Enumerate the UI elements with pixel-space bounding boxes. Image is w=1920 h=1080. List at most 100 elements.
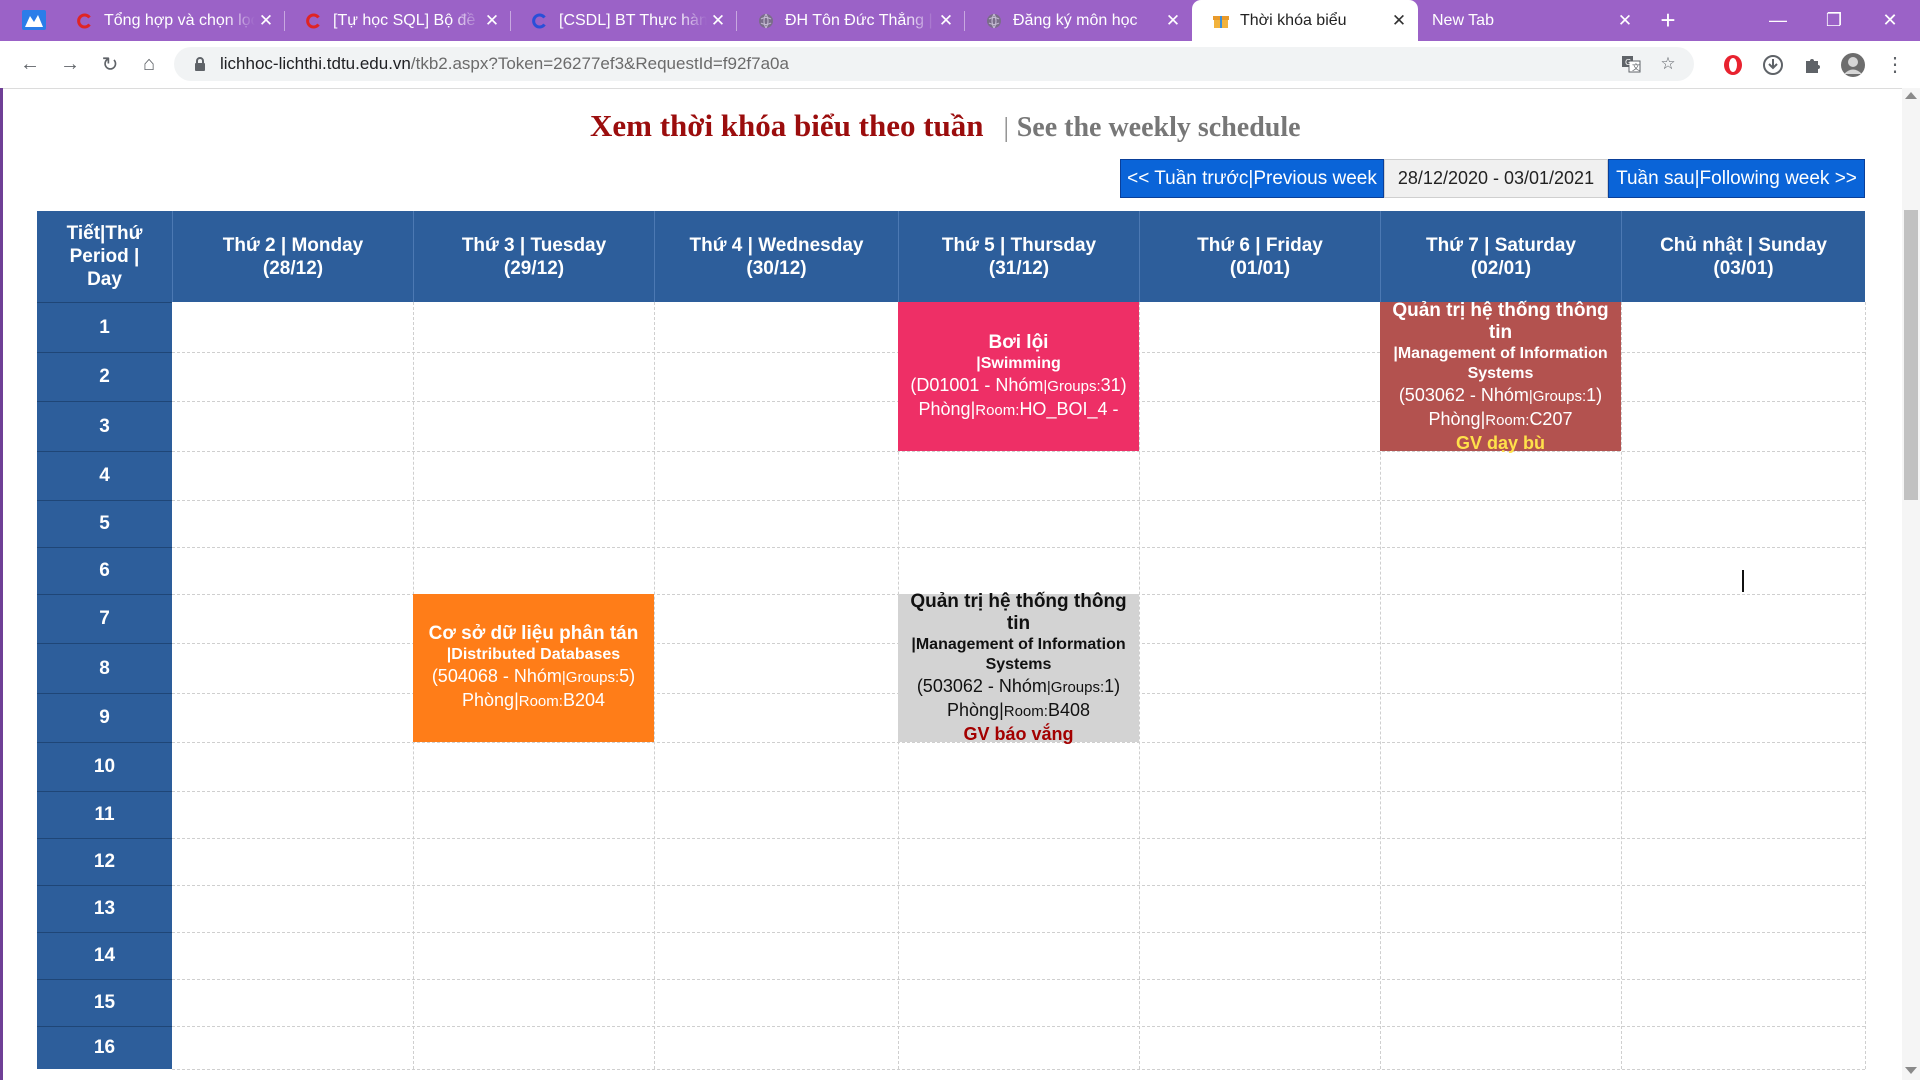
tab-7[interactable]: New Tab ✕ <box>1418 0 1644 41</box>
day-name: Thứ 7 | Saturday <box>1426 234 1576 256</box>
period-cell: 15 <box>37 979 172 1026</box>
period-cell: 1 <box>37 302 172 352</box>
tab-title: ĐH Tôn Đức Thắng | H <box>785 11 935 29</box>
reload-icon[interactable]: ↻ <box>95 49 125 79</box>
class-session-block[interactable]: Quản trị hệ thống thông tin |Management o… <box>898 591 1139 744</box>
day-header: Chủ nhật | Sunday (03/01) <box>1621 211 1865 302</box>
tab-strip: Tổng hợp và chọn lọc ✕ [Tự học SQL] Bộ đ… <box>0 0 1920 41</box>
back-arrow-icon[interactable]: ← <box>15 49 45 79</box>
page-title: Xem thời khóa biểu theo tuần | See the we… <box>590 108 1301 144</box>
tab-close-icon[interactable]: ✕ <box>707 11 729 31</box>
tab-close-icon[interactable]: ✕ <box>1162 11 1184 31</box>
room-code: B408 <box>1047 700 1090 720</box>
new-tab-plus-icon[interactable]: + <box>1653 5 1683 35</box>
day-name: Chủ nhật | Sunday <box>1660 234 1827 256</box>
tab-close-icon[interactable]: ✕ <box>255 11 277 31</box>
room-label: Phòng| <box>947 700 1004 720</box>
minimize-icon[interactable]: — <box>1750 0 1806 41</box>
page-title-separator: | <box>1003 112 1009 142</box>
tab-title: Tổng hợp và chọn lọc <box>104 11 255 29</box>
day-name: Thứ 2 | Monday <box>222 234 364 256</box>
period-cell: 3 <box>37 401 172 451</box>
lock-icon[interactable] <box>192 56 208 72</box>
class-session-block[interactable]: Cơ sở dữ liệu phân tán |Distributed Datab… <box>413 594 654 742</box>
svg-text:文: 文 <box>1632 62 1640 72</box>
course-code-main: (503062 - Nhóm <box>916 676 1047 696</box>
close-window-icon[interactable]: ✕ <box>1862 0 1918 41</box>
class-session-block[interactable]: Quản trị hệ thống thông tin |Management o… <box>1380 300 1621 453</box>
period-cell: 14 <box>37 932 172 979</box>
course-group: 1) <box>1104 676 1121 696</box>
room-info: Phòng|Room:B408 <box>947 699 1090 723</box>
course-code: (D01001 - Nhóm|Groups:31) <box>910 374 1126 398</box>
course-code-main: (503062 - Nhóm <box>1398 384 1529 405</box>
globe-icon <box>985 12 1003 30</box>
day-name: Thứ 5 | Thursday <box>941 234 1097 256</box>
scrollbar-thumb[interactable] <box>1904 210 1918 500</box>
tab-close-icon[interactable]: ✕ <box>1388 11 1410 31</box>
grid-col-line <box>1139 302 1140 1069</box>
tab-5[interactable]: Đăng ký môn học ✕ <box>965 0 1192 41</box>
course-code: (503062 - Nhóm|Groups:1) <box>1399 384 1602 408</box>
tab-1[interactable]: Tổng hợp và chọn lọc ✕ <box>56 0 285 41</box>
address-bar[interactable]: lichhoc-lichthi.tdtu.edu.vn/tkb2.aspx?To… <box>174 47 1694 81</box>
period-cell: 5 <box>37 500 172 547</box>
forward-arrow-icon[interactable]: → <box>55 49 85 79</box>
opera-extension-icon[interactable] <box>1720 52 1746 78</box>
browser-toolbar: ← → ↻ ⌂ lichhoc-lichthi.tdtu.edu.vn/tkb2… <box>0 41 1920 89</box>
previous-week-button[interactable]: << Tuần trước|Previous week <box>1120 159 1384 198</box>
restore-icon[interactable]: ❐ <box>1806 0 1862 41</box>
day-date: (02/01) <box>1470 257 1532 279</box>
url-text[interactable]: lichhoc-lichthi.tdtu.edu.vn/tkb2.aspx?To… <box>220 47 789 81</box>
red-c-icon <box>76 12 94 30</box>
next-week-button[interactable]: Tuần sau|Following week >> <box>1608 159 1865 198</box>
day-header: Thứ 4 | Wednesday (30/12) <box>654 211 898 302</box>
scroll-up-arrow-icon[interactable] <box>1905 92 1917 99</box>
period-cell: 13 <box>37 885 172 932</box>
week-range-field[interactable]: 28/12/2020 - 03/01/2021 <box>1384 159 1608 198</box>
session-note: GV dạy bù <box>1455 432 1545 453</box>
room-label-en: Room: <box>975 401 1020 419</box>
course-code: (504068 - Nhóm|Groups:5) <box>432 665 635 689</box>
day-date: (30/12) <box>746 257 807 279</box>
translate-icon[interactable]: G文 <box>1621 54 1641 74</box>
download-extension-icon[interactable] <box>1760 52 1786 78</box>
tab-close-icon[interactable]: ✕ <box>481 11 503 31</box>
star-bookmark-icon[interactable]: ☆ <box>1658 54 1678 74</box>
tab-close-icon[interactable]: ✕ <box>1614 11 1636 31</box>
day-header: Thứ 5 | Thursday (31/12) <box>898 211 1139 302</box>
course-group: 31) <box>1100 374 1127 395</box>
course-name-en: |Management of Information Systems <box>1393 344 1608 382</box>
class-session-block[interactable]: Bơi lội |Swimming (D01001 - Nhóm|Groups:31… <box>898 302 1139 451</box>
scroll-down-arrow-icon[interactable] <box>1905 1067 1917 1074</box>
tab-3[interactable]: [CSDL] BT Thực hành ✕ <box>511 0 737 41</box>
tab-6-active[interactable]: Thời khóa biểu ✕ <box>1192 0 1418 41</box>
grid-row-line <box>172 451 1865 452</box>
room-code: C207 <box>1529 408 1573 429</box>
tab-title: [Tự học SQL] Bộ đề thi <box>333 11 481 29</box>
puzzle-extensions-icon[interactable] <box>1800 52 1826 78</box>
course-code-label: |Groups: <box>1046 679 1105 696</box>
grid-row-line <box>172 547 1865 548</box>
menu-kebab-icon[interactable]: ⋮ <box>1880 49 1910 79</box>
room-label-en: Room: <box>1485 411 1530 429</box>
tab-2[interactable]: [Tự học SQL] Bộ đề thi ✕ <box>285 0 511 41</box>
grid-row-line <box>172 932 1865 933</box>
course-name: Bơi lội <box>988 331 1049 353</box>
day-date: (29/12) <box>503 257 565 279</box>
grid-row-line <box>172 885 1865 886</box>
course-code-label: |Groups: <box>561 669 620 686</box>
grid-row-line <box>172 1026 1865 1027</box>
corner-header: Tiết|Thứ Period | Day <box>37 211 172 302</box>
window-edge <box>0 88 3 1080</box>
day-date: (01/01) <box>1229 257 1291 279</box>
profile-avatar-icon[interactable] <box>1840 52 1866 78</box>
app-logo-icon[interactable] <box>22 10 46 30</box>
tab-4[interactable]: ĐH Tôn Đức Thắng | H ✕ <box>737 0 965 41</box>
tab-title: [CSDL] BT Thực hành <box>559 11 707 29</box>
home-icon[interactable]: ⌂ <box>134 49 164 79</box>
url-path: /tkb2.aspx?Token=26277ef3&RequestId=f92f… <box>410 54 789 73</box>
room-label-en: Room: <box>1003 703 1048 720</box>
tab-close-icon[interactable]: ✕ <box>935 11 957 31</box>
period-cell: 10 <box>37 742 172 791</box>
